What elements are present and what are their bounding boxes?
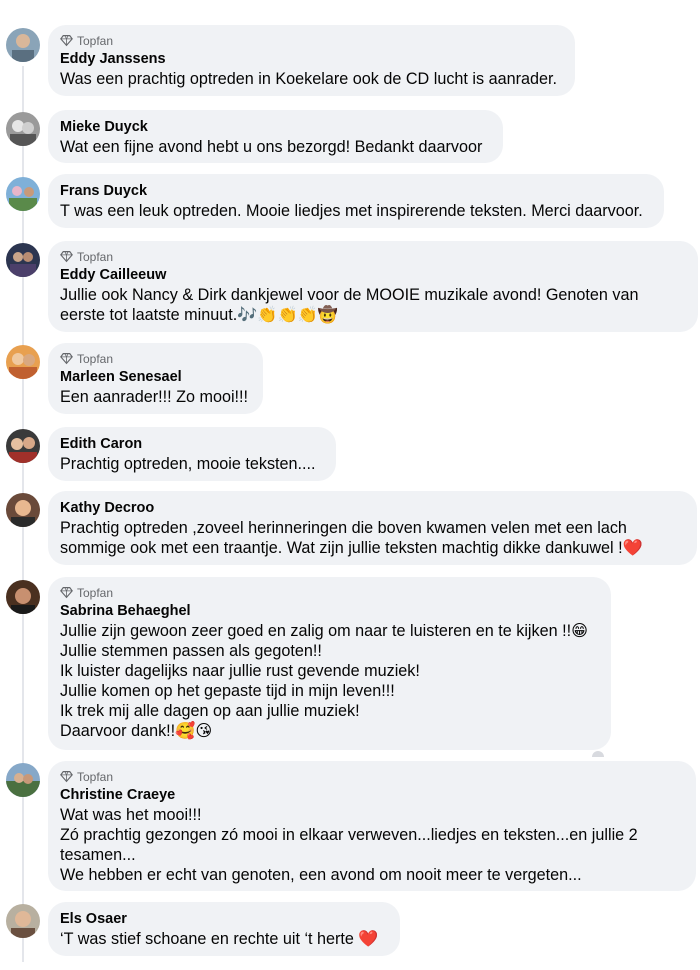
comment-text: Prachtig optreden ,zoveel herinneringen … <box>60 519 643 557</box>
avatar[interactable] <box>6 763 40 797</box>
topfan-badge: Topfan <box>60 249 686 264</box>
badge-label: Topfan <box>77 249 114 264</box>
comment-text: Wat een fijne avond hebt u ons bezorgd! … <box>60 138 483 156</box>
avatar[interactable] <box>6 177 40 211</box>
comment-text: Was een prachtig optreden in Koekelare o… <box>60 70 558 88</box>
comment-text: Jullie zijn gewoon zeer goed en zalig om… <box>60 622 588 740</box>
comment-author[interactable]: Els Osaer <box>60 910 388 928</box>
badge-label: Topfan <box>77 769 114 784</box>
comment-bubble: Els Osaer ‘T was stief schoane en rechte… <box>48 902 400 956</box>
comment-bubble: Edith Caron Prachtig optreden, mooie tek… <box>48 427 336 481</box>
comment-author[interactable]: Edith Caron <box>60 435 324 453</box>
badge-label: Topfan <box>77 585 114 600</box>
comment-text: Jullie ook Nancy & Dirk dankjewel voor d… <box>60 286 639 324</box>
comment-bubble: Frans Duyck T was een leuk optreden. Moo… <box>48 174 664 228</box>
avatar[interactable] <box>6 580 40 614</box>
reaction-indicator[interactable] <box>592 751 604 757</box>
topfan-badge: Topfan <box>60 33 563 48</box>
comment-bubble: Kathy Decroo Prachtig optreden ,zoveel h… <box>48 491 697 565</box>
comment-bubble: Topfan Christine Craeye Wat was het mooi… <box>48 761 696 891</box>
topfan-badge: Topfan <box>60 351 251 366</box>
diamond-icon <box>60 251 73 263</box>
comment-author[interactable]: Marleen Senesael <box>60 368 251 386</box>
comment-bubble: Topfan Eddy Cailleeuw Jullie ook Nancy &… <box>48 241 698 332</box>
avatar[interactable] <box>6 345 40 379</box>
comment-text: Wat was het mooi!!! Zó prachtig gezongen… <box>60 806 638 884</box>
comment-text: Prachtig optreden, mooie teksten.... <box>60 455 316 473</box>
comment-bubble: Topfan Eddy Janssens Was een prachtig op… <box>48 25 575 96</box>
comment-author[interactable]: Mieke Duyck <box>60 118 491 136</box>
avatar[interactable] <box>6 493 40 527</box>
avatar[interactable] <box>6 112 40 146</box>
diamond-icon <box>60 771 73 783</box>
comment-author[interactable]: Kathy Decroo <box>60 499 685 517</box>
diamond-icon <box>60 587 73 599</box>
diamond-icon <box>60 35 73 47</box>
comment-author[interactable]: Christine Craeye <box>60 786 684 804</box>
avatar[interactable] <box>6 28 40 62</box>
comment-bubble: Topfan Sabrina Behaeghel Jullie zijn gew… <box>48 577 611 750</box>
badge-label: Topfan <box>77 33 114 48</box>
badge-label: Topfan <box>77 351 114 366</box>
comment-author[interactable]: Eddy Cailleeuw <box>60 266 686 284</box>
comment-text: Een aanrader!!! Zo mooi!!! <box>60 388 249 406</box>
topfan-badge: Topfan <box>60 769 684 784</box>
comment-text: ‘T was stief schoane en rechte uit ‘t he… <box>60 930 379 948</box>
avatar[interactable] <box>6 904 40 938</box>
comment-bubble: Topfan Marleen Senesael Een aanrader!!! … <box>48 343 263 414</box>
comment-text: T was een leuk optreden. Mooie liedjes m… <box>60 202 643 220</box>
avatar[interactable] <box>6 243 40 277</box>
comment-author[interactable]: Eddy Janssens <box>60 50 563 68</box>
avatar[interactable] <box>6 429 40 463</box>
comment-author[interactable]: Frans Duyck <box>60 182 652 200</box>
topfan-badge: Topfan <box>60 585 599 600</box>
comment-author[interactable]: Sabrina Behaeghel <box>60 602 599 620</box>
diamond-icon <box>60 353 73 365</box>
comment-bubble: Mieke Duyck Wat een fijne avond hebt u o… <box>48 110 503 163</box>
